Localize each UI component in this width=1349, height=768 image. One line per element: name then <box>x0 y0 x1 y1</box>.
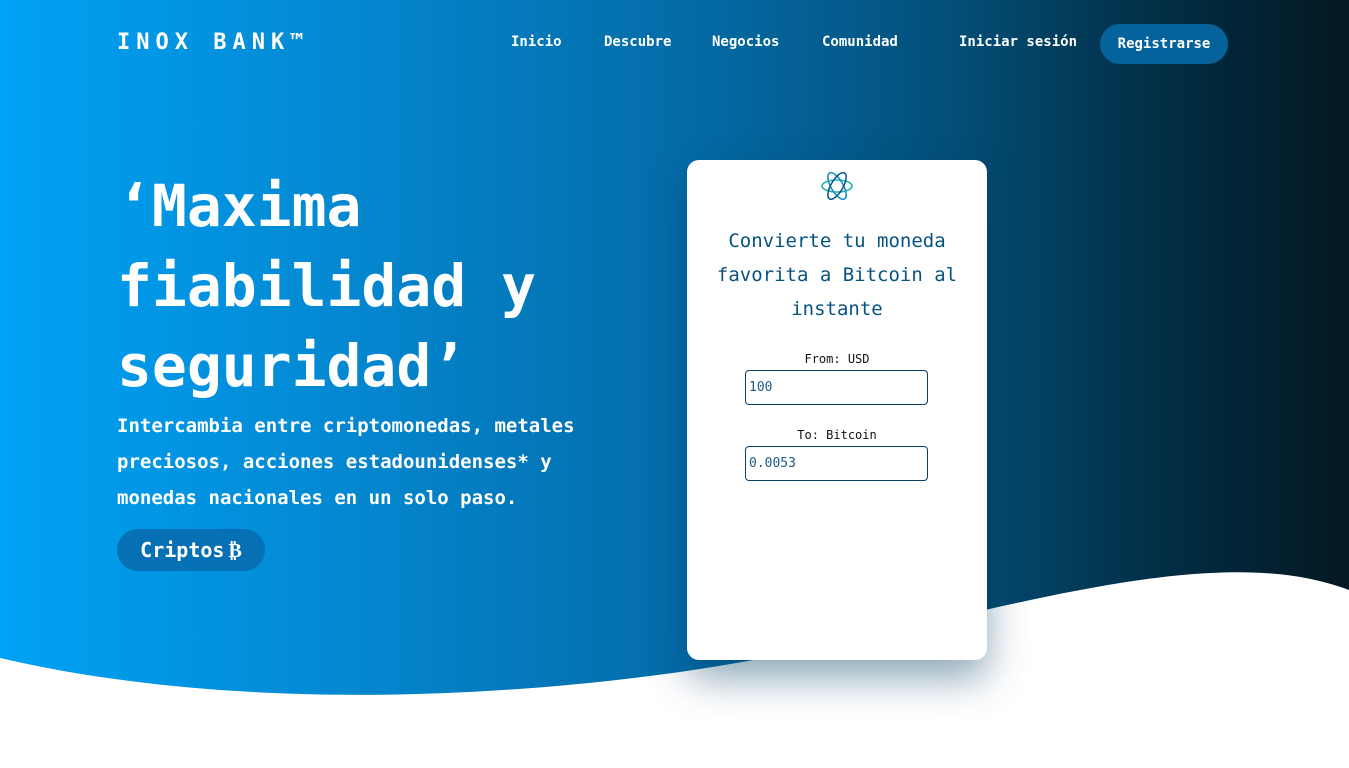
converter-title: Convierte tu moneda favorita a Bitcoin a… <box>716 230 958 320</box>
hero-subtext: Intercambia entre criptomonedas, metales… <box>117 415 575 509</box>
nav-item-negocios[interactable]: Negocios <box>712 34 779 50</box>
hero-headline: ‘Maxima fiabilidad y seguridad’ <box>117 172 537 400</box>
to-label: To: Bitcoin <box>797 428 877 442</box>
from-label: From: USD <box>804 352 870 366</box>
converter-card: Convierte tu moneda favorita a Bitcoin a… <box>687 160 987 660</box>
nav-item-inicio[interactable]: Inicio <box>511 34 562 50</box>
from-amount-input[interactable] <box>745 370 928 405</box>
brand-logo[interactable]: INOX BANK™ <box>117 30 309 55</box>
nav-item-comunidad[interactable]: Comunidad <box>822 34 898 50</box>
nav-item-descubre[interactable]: Descubre <box>604 34 671 50</box>
login-link[interactable]: Iniciar sesión <box>959 34 1077 50</box>
to-amount-input[interactable] <box>745 446 928 481</box>
criptos-button-label: Criptos <box>140 538 225 562</box>
atom-star-icon <box>821 171 853 201</box>
criptos-button[interactable]: Criptos ₿ <box>117 529 265 571</box>
bitcoin-icon: ₿ <box>228 537 242 562</box>
register-button[interactable]: Registrarse <box>1100 24 1228 64</box>
